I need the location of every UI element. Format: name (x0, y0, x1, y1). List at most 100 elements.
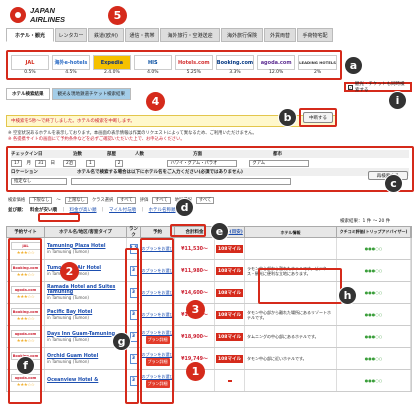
tripadvisor-rating-icon: ●●●○○ (364, 290, 383, 295)
jal-crane-logo-icon (10, 7, 26, 23)
partner-expedia[interactable]: Expedia 2.4.0% (92, 55, 131, 75)
nights-select[interactable]: 2泊 (62, 159, 76, 167)
tab-rail[interactable]: 鉄道(欧州) (88, 28, 124, 42)
miles-cell: 108マイル (215, 348, 245, 369)
review-cell: ●●●○○ (337, 238, 411, 259)
miles-badge: 108マイル (216, 288, 243, 297)
other-plans-link[interactable]: ・他のプランをお選びする (141, 330, 174, 336)
rank-cell: 3 (127, 260, 141, 281)
hotel-name-cell: Pacific Bay Hotel in Tamuning (Tumon) (45, 304, 127, 325)
hotel-name-cell: Ramada Hotel and Suites Tamuning in Tamun… (45, 282, 127, 303)
site-logo[interactable]: Booking.com (10, 307, 41, 316)
tripadvisor-rating-icon: ●●●○○ (364, 334, 383, 339)
combo-search-checkbox[interactable]: ✓ 観光・チケットも同時検索する (344, 82, 412, 93)
miles-cell: 108マイル (215, 326, 245, 347)
review-cell: ●●●○○ (337, 370, 411, 391)
hotel-info-cell (245, 282, 337, 303)
tripadvisor-rating-icon: ●●●○○ (364, 378, 383, 383)
total-price: ¥11,980〜 (181, 269, 208, 274)
miles-badge: 108マイル (216, 332, 243, 341)
price-min-select[interactable]: 下限なし (29, 196, 53, 204)
subtab-hotel-results[interactable]: ホテル検索結果 (6, 88, 50, 100)
hotel-info-cell (245, 370, 337, 391)
site-logo[interactable]: Booking.com (10, 263, 41, 272)
result-count: 検索結果：1 件 ～ 20 件 (340, 219, 391, 224)
sort-name[interactable]: ホテル名称順 (149, 207, 176, 213)
table-body: JAL ★★★☆☆ Tamuning Plaza Hotel in Tamuning … (6, 238, 412, 392)
other-plans-link[interactable]: ・他のプランをお選びする (141, 246, 174, 252)
tab-rentacar[interactable]: レンタカー (55, 28, 87, 42)
hotel-name-input[interactable] (71, 177, 291, 185)
other-plans-link[interactable]: ・他のプランをお選びする (141, 312, 174, 318)
hotel-info-cell (245, 238, 337, 259)
booking-cell: ・他のプランをお選びする (141, 304, 175, 325)
annotation-5: 5 (108, 6, 127, 25)
stop-search-button[interactable]: 中断する (303, 112, 333, 123)
search-criteria-panel: チェックイン日 泊数 部屋 人数 方面 都市 17 月 31 日 2泊 1 2 … (6, 146, 414, 192)
plan-detail-button[interactable]: プラン詳細 (145, 335, 170, 344)
rank-cell: 3 (127, 348, 141, 369)
plan-detail-button[interactable]: プラン詳細 (145, 379, 170, 388)
hotel-name-link[interactable]: Oceanview Hotel & (47, 378, 98, 383)
sort-price-low[interactable]: 料金が安い順 (30, 207, 57, 213)
partner-hotelscom[interactable]: Hotels.com 5.25% (174, 55, 213, 75)
other-plans-link[interactable]: ・他のプランをお選びする (141, 374, 174, 380)
annotation-a: a (344, 56, 363, 75)
partner-agoda[interactable]: agoda.com 12.0% (257, 55, 296, 75)
annotation-d: d (175, 198, 194, 217)
hotel-info-cell: タモン中心部から離れた場所にあるリゾートホテルです。 (245, 304, 337, 325)
annotation-h: h (338, 286, 357, 305)
tripadvisor-rating-icon: ●●●○○ (364, 246, 383, 251)
hotel-name-link[interactable]: Ramada Hotel and Suites Tamuning (47, 285, 124, 295)
sort-price-high[interactable]: 料金が高い順 (70, 207, 97, 213)
hotel-name-cell: Tumon Bel-Air Hotelin Tamuning (Tumon) (45, 260, 127, 281)
site-logo[interactable]: agoda.com (10, 285, 41, 294)
partner-booking[interactable]: Booking.com 3.3% (215, 55, 255, 75)
partner-jal[interactable]: JAL 0.5% (11, 55, 49, 75)
region-select[interactable]: ハワイ・グアム・パラオ (167, 159, 238, 167)
booking-cell: ・他のプランをお選びするプラン詳細 (141, 348, 175, 369)
partner-leading[interactable]: LEADING HOTELS 2% (298, 55, 337, 75)
review-cell: ●●●○○ (337, 326, 411, 347)
adults-select[interactable]: 2 (114, 159, 124, 167)
tab-hotel[interactable]: ホテル・観光 (6, 28, 54, 42)
tab-baggage[interactable]: 手荷物宅配 (297, 28, 333, 42)
checkbox-icon[interactable]: ✓ (348, 84, 353, 90)
rating-select[interactable]: すべて (152, 196, 171, 204)
sort-miles[interactable]: マイル付与順 (109, 207, 136, 213)
tab-mobile[interactable]: 通信・携帯 (125, 28, 159, 42)
hotel-area: in Tamuning (Tumon) (47, 295, 89, 300)
miles-cell: 108マイル (215, 282, 245, 303)
tab-transfer[interactable]: 海外旅行・空港送迎 (160, 28, 220, 42)
partner-ehotels[interactable]: 海外e-hotels 4.5% (51, 55, 90, 75)
area-select[interactable]: すべて (195, 196, 215, 204)
star-rating-icon: ★★★☆☆ (16, 338, 35, 344)
site-logo[interactable]: JAL (10, 241, 41, 250)
city-select[interactable]: グアム (249, 159, 310, 167)
tab-exchange[interactable]: 外貨両替 (264, 28, 296, 42)
other-plans-link[interactable]: ・他のプランをお選びする (141, 290, 174, 296)
tab-insurance[interactable]: 海外旅行保険 (221, 28, 263, 42)
location-select[interactable]: 指定なし (11, 177, 67, 185)
checkin-year-select[interactable]: 17 (11, 159, 23, 167)
plan-detail-button[interactable]: プラン詳細 (145, 357, 170, 366)
class-select[interactable]: すべて (117, 196, 136, 204)
table-row: agoda.com ★★★☆☆ Days Inn Guam-Tamuning in T… (6, 326, 412, 348)
booking-site-cell: agoda.com ★★★☆☆ (7, 282, 45, 303)
price-max-select[interactable]: 上限なし (64, 196, 88, 204)
hotel-area: in Tamuning (Tumon) (47, 358, 89, 364)
sort-options: 並び順： 料金が安い順 ｜ 料金が高い順 ｜ マイル付与順 ｜ ホテル名称順 (8, 207, 176, 213)
other-plans-link[interactable]: ・他のプランをお選びする (141, 352, 174, 358)
review-cell: ●●●○○ (337, 260, 411, 281)
rooms-select[interactable]: 1 (85, 159, 95, 167)
site-logo[interactable]: agoda.com (10, 329, 41, 338)
annotation-e: e (210, 222, 229, 241)
other-plans-link[interactable]: ・他のプランをお選びする (141, 268, 174, 274)
subtab-tour-results[interactable]: 観光＆現地鉄道チケット検索結果 (51, 88, 131, 100)
rank-badge: 3 (129, 309, 138, 320)
star-rating-icon: ★★★☆☆ (16, 250, 35, 256)
checkin-day-select[interactable]: 31 (34, 159, 47, 167)
main-tabs: ホテル・観光 レンタカー 鉄道(欧州) 通信・携帯 海外旅行・空港送迎 海外旅行… (6, 28, 410, 42)
partner-his[interactable]: HIS 4.0% (133, 55, 172, 75)
partner-sites: JAL 0.5% 海外e-hotels 4.5% Expedia 2.4.0% HIS… (6, 50, 342, 80)
